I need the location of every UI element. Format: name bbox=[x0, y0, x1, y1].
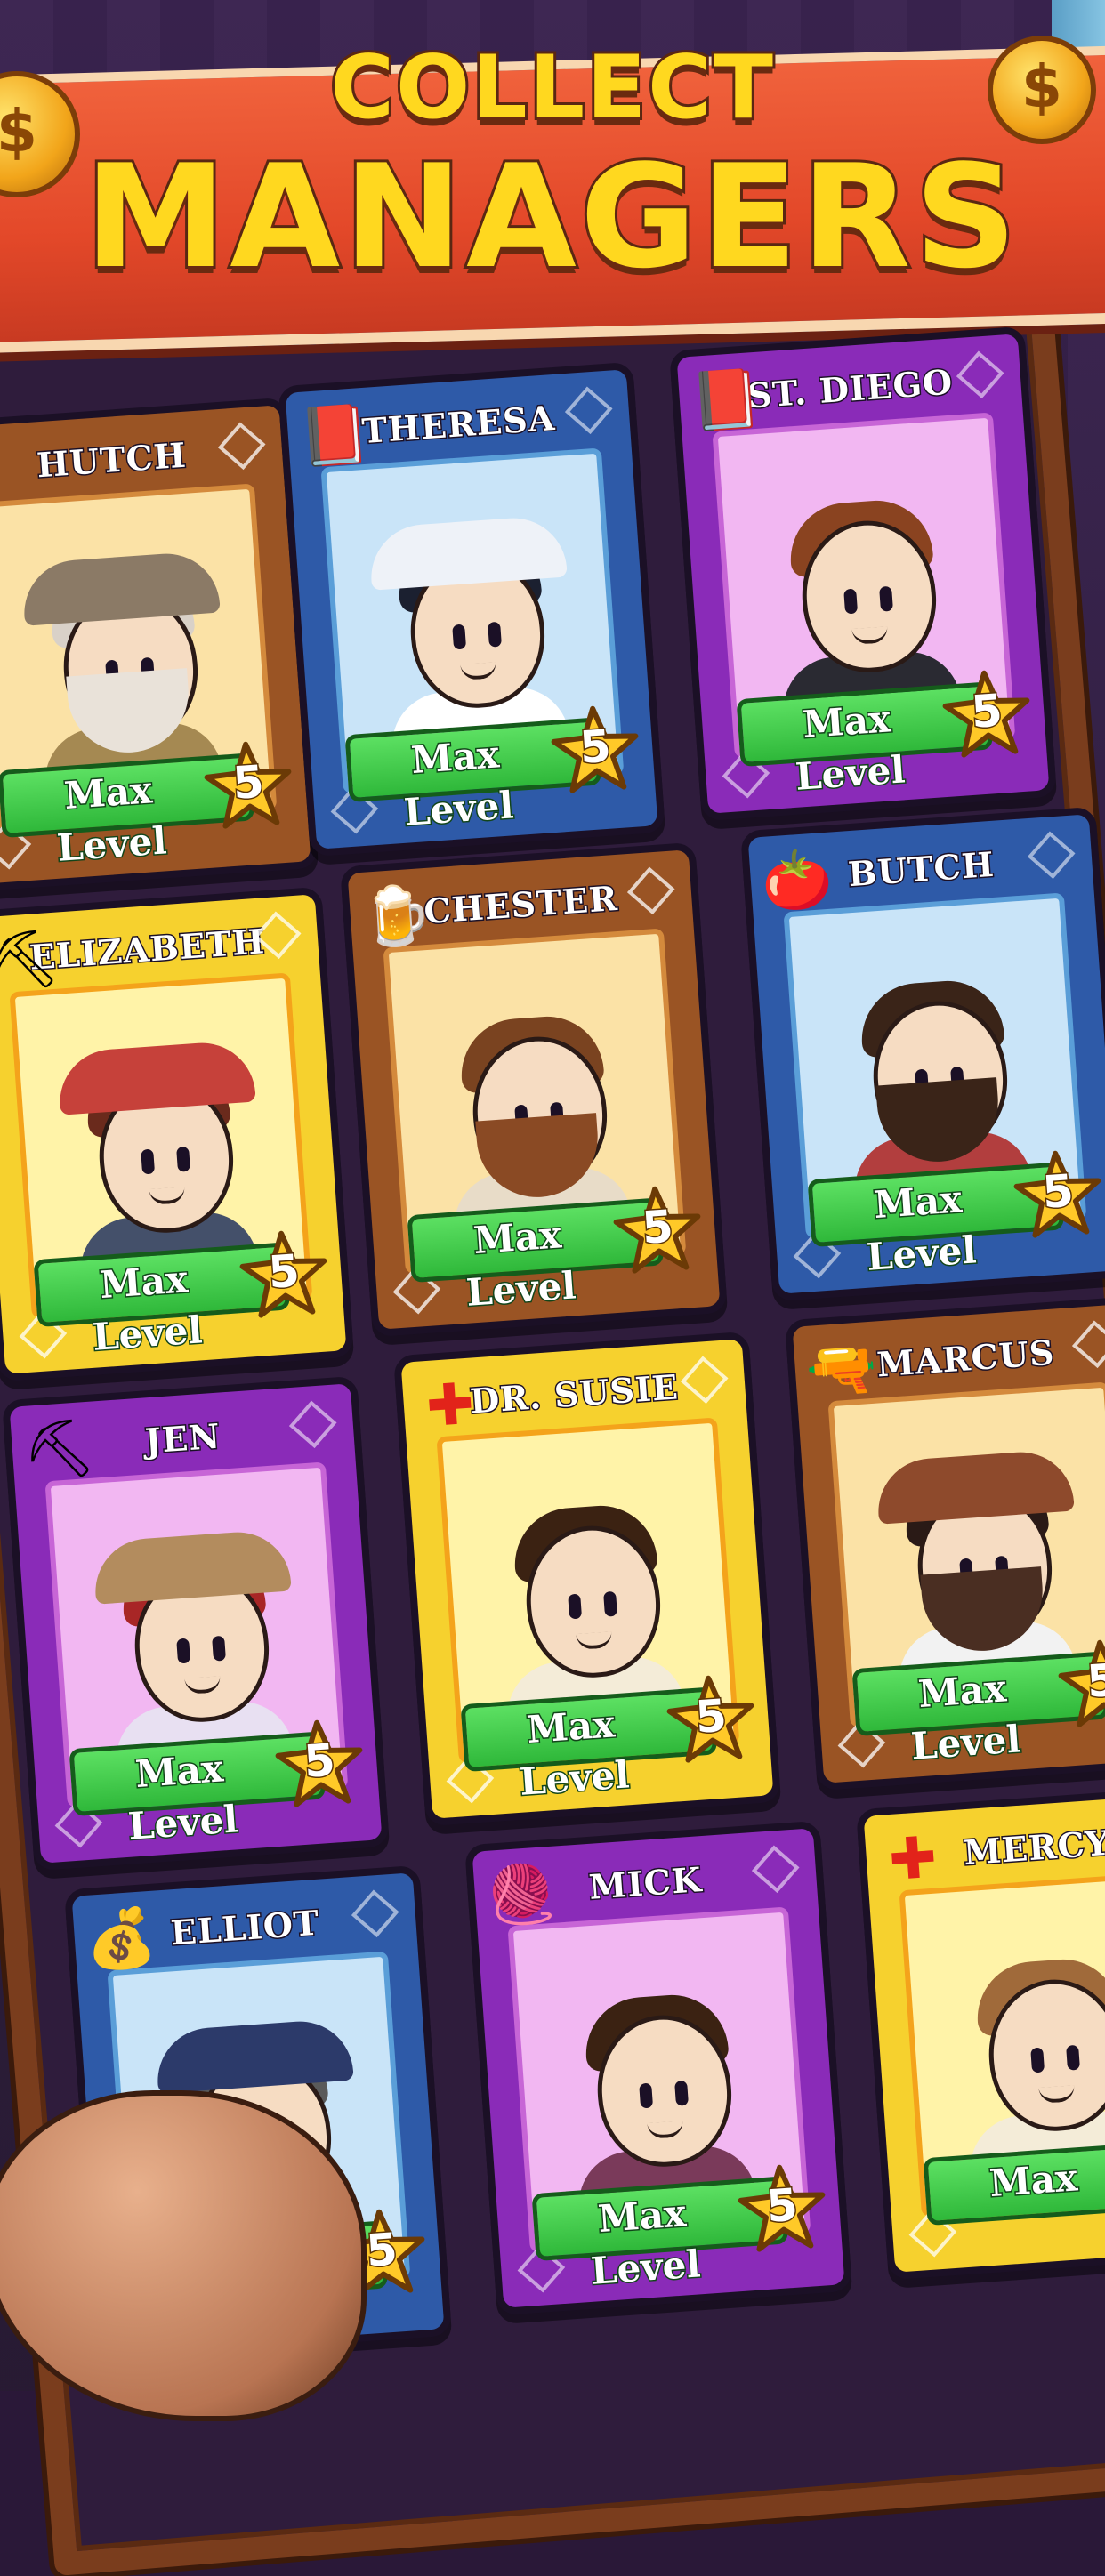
portrait-mouth bbox=[149, 1187, 186, 1205]
manager-card[interactable]: MICK 🧶 Max Level 5 bbox=[464, 1820, 852, 2316]
manager-card[interactable]: BUTCH 🍅 Max Level 5 bbox=[740, 806, 1105, 1302]
star-level-number: 5 bbox=[301, 1733, 338, 1789]
star-icon: 5 bbox=[1055, 1636, 1105, 1731]
portrait-eye bbox=[141, 1148, 156, 1175]
portrait-mouth bbox=[851, 626, 889, 645]
pickaxe-icon: ⛏ bbox=[20, 1414, 98, 1486]
portrait-mouth bbox=[576, 1631, 613, 1650]
character-hand bbox=[0, 2090, 367, 2421]
portrait-eye bbox=[452, 624, 467, 650]
portrait-eye bbox=[603, 1590, 617, 1617]
star-icon: 5 bbox=[201, 737, 296, 833]
money-bag-icon: 💰 bbox=[83, 1904, 159, 1975]
star-level-number: 5 bbox=[1084, 1653, 1105, 1709]
portrait-eye bbox=[568, 1593, 583, 1620]
star-icon: 5 bbox=[664, 1671, 759, 1767]
pickaxe-icon: ⛏ bbox=[0, 925, 62, 997]
portrait-mouth bbox=[460, 662, 497, 680]
coin-icon: $ bbox=[988, 36, 1096, 144]
star-icon: 5 bbox=[940, 666, 1035, 761]
portrait-eye bbox=[1030, 2047, 1045, 2073]
medical-cross-icon: ✚ bbox=[886, 1824, 940, 1895]
portrait-mouth bbox=[184, 1676, 222, 1695]
star-level-number: 5 bbox=[639, 1199, 676, 1255]
manager-card[interactable]: MERCY ✚ Max bbox=[856, 1784, 1105, 2281]
star-icon: 5 bbox=[237, 1227, 332, 1322]
star-level-number: 5 bbox=[577, 719, 614, 775]
star-level-number: 5 bbox=[1039, 1163, 1077, 1220]
star-icon: 5 bbox=[272, 1716, 367, 1811]
manager-card[interactable]: DR. SUSIE ✚ Max Level 5 bbox=[393, 1331, 781, 1827]
star-icon: 5 bbox=[735, 2161, 830, 2256]
manager-card[interactable]: HUTCH Max Level 5 bbox=[0, 397, 319, 893]
vegetables-icon: 🍅 bbox=[759, 845, 835, 916]
star-level-number: 5 bbox=[265, 1244, 302, 1300]
portrait-mouth bbox=[647, 2121, 684, 2139]
star-level-number: 5 bbox=[968, 683, 1005, 739]
portrait-eye bbox=[212, 1635, 226, 1662]
manager-card[interactable]: ELIZABETH ⛏ Max Level 5 bbox=[0, 886, 354, 1382]
banner-title-line2: MANAGERS bbox=[82, 131, 1020, 302]
beer-mug-icon: 🍺 bbox=[359, 881, 435, 952]
manager-card[interactable]: THERESA 📕 Max Level 5 bbox=[278, 361, 665, 857]
revolver-icon: 🔫 bbox=[803, 1334, 880, 1405]
manager-card[interactable]: JEN ⛏ Max Level 5 bbox=[2, 1375, 390, 1872]
medical-cross-icon: ✚ bbox=[423, 1371, 477, 1441]
portrait-mouth bbox=[1038, 2085, 1076, 2104]
star-icon: 5 bbox=[1011, 1147, 1105, 1242]
star-level-number: 5 bbox=[763, 2178, 801, 2234]
book-icon: 📕 bbox=[296, 400, 373, 471]
yarn-icon: 🧶 bbox=[483, 1859, 560, 1930]
portrait-eye bbox=[176, 1146, 190, 1172]
portrait-eye bbox=[639, 2082, 654, 2109]
manager-card[interactable]: ST. DIEGO 📕 Max Level 5 bbox=[669, 326, 1057, 822]
banner-title-line1: COLLECT bbox=[327, 35, 776, 141]
portrait-eye bbox=[488, 621, 502, 648]
portrait-eye bbox=[176, 1638, 191, 1664]
star-icon: 5 bbox=[548, 702, 643, 797]
portrait-eye bbox=[674, 2080, 689, 2106]
portrait-eye bbox=[1066, 2044, 1080, 2071]
portrait-eye bbox=[843, 588, 859, 615]
book-icon: 📕 bbox=[688, 365, 764, 436]
manager-card[interactable]: CHESTER 🍺 Max Level 5 bbox=[340, 841, 728, 1338]
portrait-eye bbox=[879, 585, 893, 612]
star-level-number: 5 bbox=[692, 1688, 730, 1744]
manager-card[interactable]: MARCUS 🔫 Max Level 5 bbox=[785, 1295, 1105, 1791]
star-level-number: 5 bbox=[230, 754, 267, 810]
star-icon: 5 bbox=[610, 1182, 706, 1277]
